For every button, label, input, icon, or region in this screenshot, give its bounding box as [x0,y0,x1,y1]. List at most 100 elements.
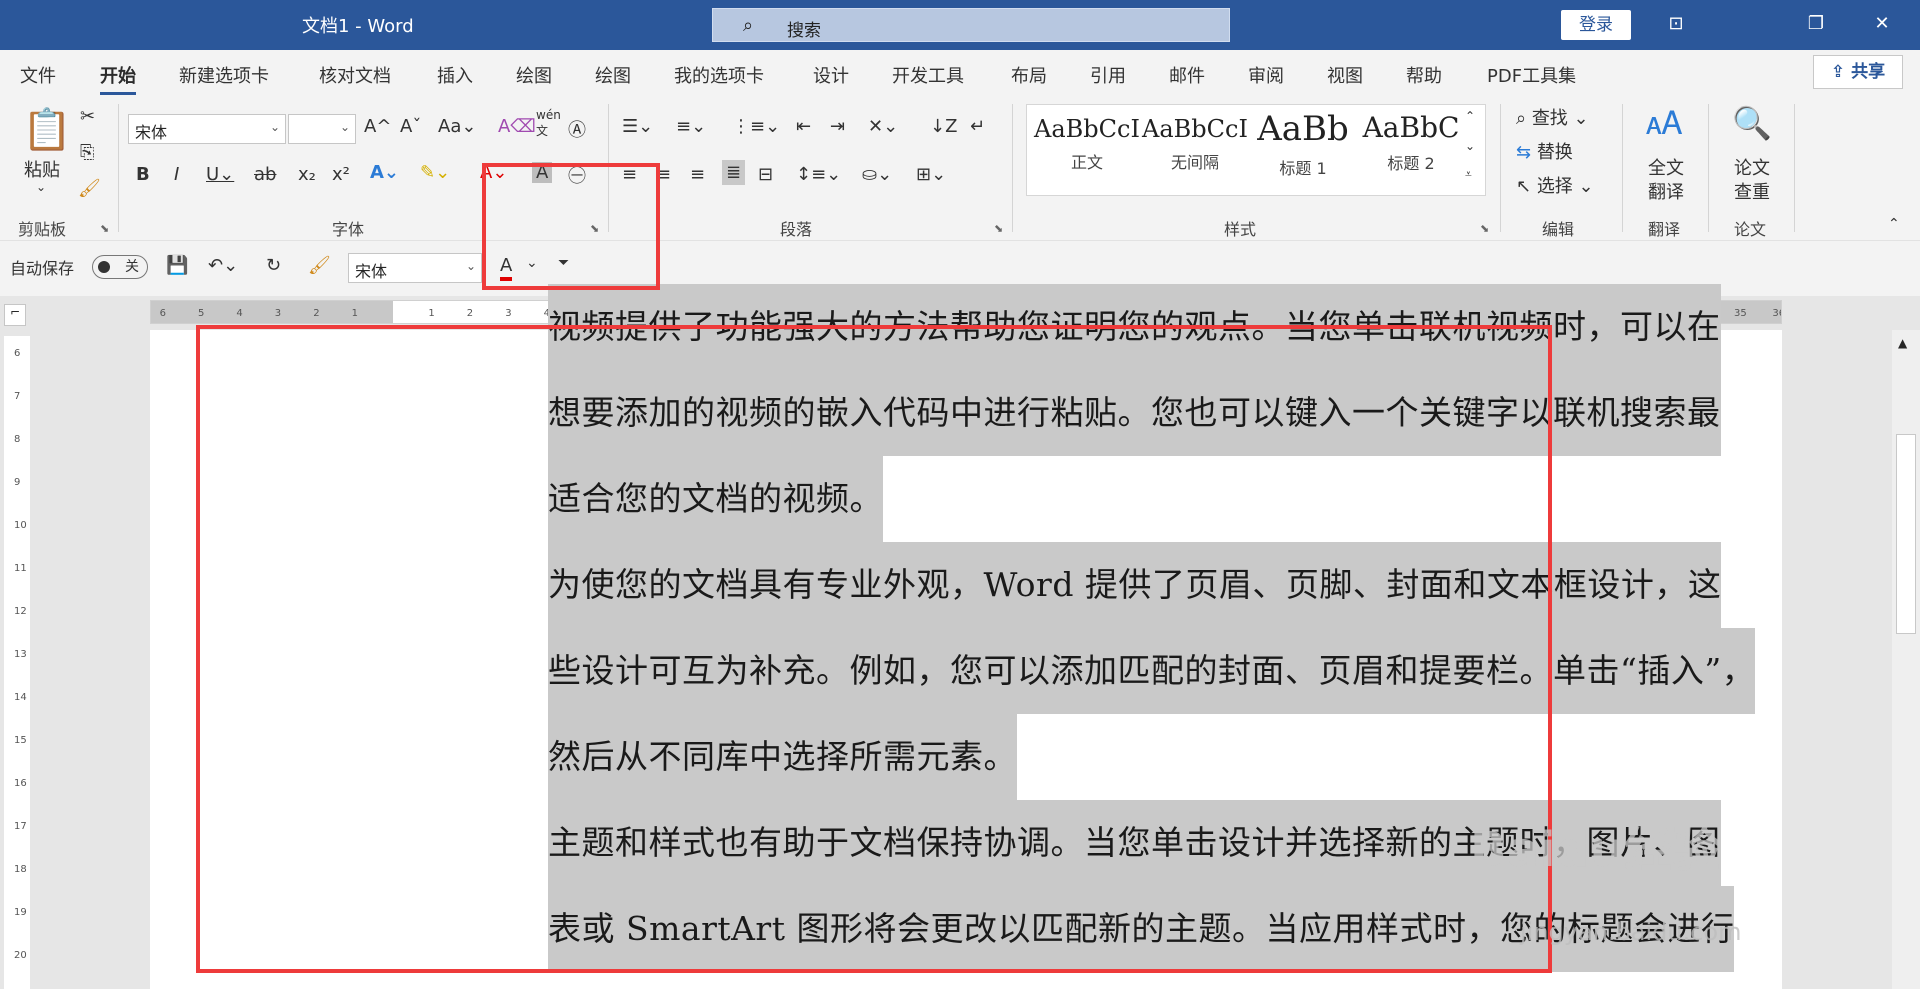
paper-label-1[interactable]: 论文 [1734,154,1770,180]
tab-check-doc[interactable]: 核对文档 [319,62,391,88]
save-icon[interactable]: 💾 [166,255,188,276]
style-heading-1[interactable]: AaBb 标题 1 [1249,109,1357,193]
format-painter-icon[interactable]: 🖌 [308,255,331,276]
char-border-icon[interactable]: Ⓐ [568,116,586,142]
font-name-dropdown[interactable]: 宋体 ⌄ [128,114,286,144]
italic-icon[interactable]: I [174,164,179,185]
style-heading-2[interactable]: AaBbC 标题 2 [1357,109,1465,193]
bullets-icon[interactable]: ☰⌄ [622,116,653,137]
styles-gallery[interactable]: AaBbCcI 正文 AaBbCcI 无间隔 AaBb 标题 1 AaBbC 标… [1026,104,1486,196]
maximize-icon[interactable]: ❐ [1796,8,1836,40]
paste-label[interactable]: 粘贴 [24,156,60,182]
tab-mailings[interactable]: 邮件 [1169,62,1205,88]
chevron-down-icon: ⌄ [269,120,280,134]
underline-icon[interactable]: U⌄ [206,164,234,185]
vertical-ruler-number: 14 [14,692,27,703]
tab-draw-1[interactable]: 绘图 [516,62,552,88]
close-icon[interactable]: ✕ [1862,8,1902,40]
style-normal[interactable]: AaBbCcI 正文 [1033,109,1141,193]
more-styles-icon[interactable]: ⩡ [1465,167,1472,182]
copy-icon[interactable]: ⎘ [80,142,94,163]
strikethrough-icon[interactable]: ab [254,164,276,185]
chevron-down-icon[interactable]: ⌄ [36,180,46,194]
chevron-up-icon[interactable]: ⌃ [1465,109,1475,123]
tab-selector-icon[interactable]: ⌐ [4,304,26,326]
tab-file[interactable]: 文件 [20,62,56,88]
qat-font-dropdown[interactable]: 宋体 ⌄ [348,253,482,283]
scroll-up-icon[interactable]: ▲ [1898,336,1907,350]
line-spacing-icon[interactable]: ↕≡⌄ [796,164,841,185]
shrink-font-icon[interactable]: Aˇ [400,116,421,137]
ruler-number: 3 [505,308,511,319]
autosave-toggle[interactable]: 关 [92,255,148,279]
bold-icon[interactable]: B [136,164,150,185]
phonetic-guide-icon[interactable]: wén 文 [536,108,561,139]
tab-review[interactable]: 审阅 [1248,62,1284,88]
format-painter-icon[interactable]: 🖌 [78,178,101,199]
paper-check-icon[interactable]: 🔍 [1732,104,1772,142]
vertical-scrollbar[interactable]: ▲ [1892,330,1920,989]
paste-icon[interactable]: 📋 [22,106,72,153]
subscript-icon[interactable]: x₂ [298,164,316,185]
font-size-dropdown[interactable]: ⌄ [288,114,356,144]
tab-home[interactable]: 开始 [100,62,136,95]
chinese-layout-icon[interactable]: ✕⌄ [868,116,898,137]
search-box[interactable]: ⌕ 搜索 [712,8,1230,42]
login-button[interactable]: 登录 [1561,10,1631,40]
undo-icon[interactable]: ↶⌄ [208,255,238,276]
increase-indent-icon[interactable]: ⇥ [830,116,845,137]
style-no-spacing[interactable]: AaBbCcI 无间隔 [1141,109,1249,193]
collapse-ribbon-icon[interactable]: ⌃ [1888,216,1900,232]
distributed-icon[interactable]: ⊟ [758,164,773,185]
tab-developer[interactable]: 开发工具 [892,62,964,88]
style-name: 标题 2 [1387,154,1435,173]
scroll-thumb[interactable] [1896,434,1916,634]
show-marks-icon[interactable]: ↵ [970,116,985,137]
vertical-ruler-number: 19 [14,907,27,918]
change-case-icon[interactable]: Aa⌄ [438,116,476,137]
style-sample: AaBbCcI [1034,115,1140,143]
style-sample: AaBbCcI [1142,115,1248,143]
tab-references[interactable]: 引用 [1090,62,1126,88]
tab-design[interactable]: 设计 [813,62,849,88]
find-button[interactable]: ⌕ 查找 ⌄ [1516,104,1589,130]
tab-pdf-tools[interactable]: PDF工具集 [1487,62,1576,88]
decrease-indent-icon[interactable]: ⇤ [796,116,811,137]
vertical-ruler-number: 10 [14,520,27,531]
share-button[interactable]: ⇪ 共享 [1813,55,1903,89]
tab-insert[interactable]: 插入 [437,62,473,88]
ribbon-display-icon[interactable]: ⊡ [1656,8,1696,40]
translate-label-1[interactable]: 全文 [1648,154,1684,180]
styles-launcher-icon[interactable]: ⬊ [1480,222,1489,235]
font-color-highlight-box [482,163,660,290]
numbering-icon[interactable]: ≡⌄ [676,116,706,137]
sort-icon[interactable]: ↓Z [930,116,957,137]
tab-new-tab[interactable]: 新建选项卡 [179,62,269,88]
replace-button[interactable]: ⇆ 替换 [1516,138,1573,164]
select-button[interactable]: ↖ 选择 ⌄ [1516,172,1594,198]
cut-icon[interactable]: ✂ [80,106,95,127]
highlight-color-icon[interactable]: ✎⌄ [420,162,450,183]
clear-format-icon[interactable]: A⌫ [498,116,536,137]
text-effects-icon[interactable]: A⌄ [370,162,399,183]
redo-icon[interactable]: ↻ [266,255,281,276]
superscript-icon[interactable]: x² [332,164,350,185]
translate-label-2[interactable]: 翻译 [1648,178,1684,204]
shading-icon[interactable]: ⛀⌄ [862,164,892,185]
tab-help[interactable]: 帮助 [1406,62,1442,88]
paragraph-launcher-icon[interactable]: ⬊ [994,222,1003,235]
paper-label-2[interactable]: 查重 [1734,178,1770,204]
multilevel-list-icon[interactable]: ⋮≡⌄ [732,116,780,137]
clipboard-launcher-icon[interactable]: ⬊ [100,222,109,235]
justify-icon[interactable]: ≣ [722,160,746,185]
tab-view[interactable]: 视图 [1327,62,1363,88]
tab-my-tab[interactable]: 我的选项卡 [674,62,764,88]
borders-icon[interactable]: ⊞⌄ [916,164,946,185]
align-right-icon[interactable]: ≡ [690,164,705,185]
translate-icon[interactable]: 🗚 [1646,104,1682,143]
chevron-down-icon[interactable]: ⌄ [1465,139,1475,153]
tab-layout[interactable]: 布局 [1011,62,1047,88]
grow-font-icon[interactable]: A^ [364,116,391,137]
style-name: 无间隔 [1170,153,1219,172]
tab-draw-2[interactable]: 绘图 [595,62,631,88]
